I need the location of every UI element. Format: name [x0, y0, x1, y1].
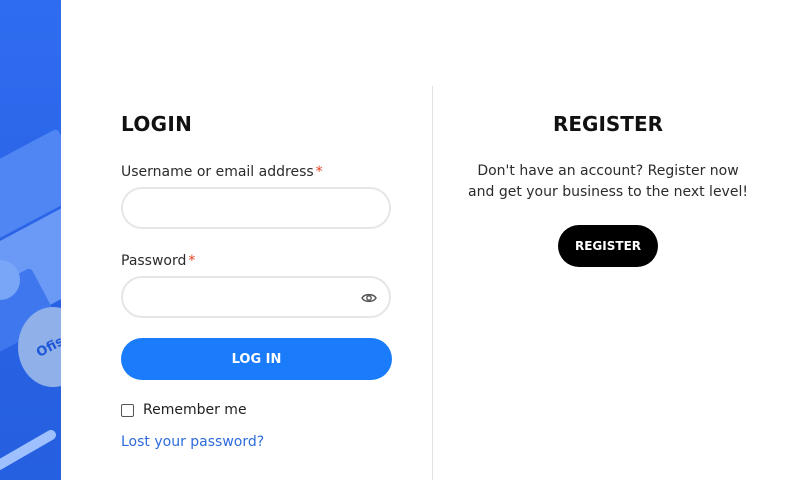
eye-icon[interactable] — [361, 290, 377, 304]
required-marker: * — [188, 253, 196, 269]
side-decorative-image: Ofis — [0, 0, 61, 480]
login-button[interactable]: LOG IN — [121, 338, 392, 380]
register-section: REGISTER Don't have an account? Register… — [468, 112, 748, 267]
remember-label: Remember me — [143, 402, 247, 418]
login-form: LOGIN Username or email address * Passwor… — [121, 112, 393, 450]
login-title: LOGIN — [121, 112, 193, 136]
password-field[interactable] — [121, 276, 391, 318]
remember-checkbox[interactable] — [121, 403, 134, 417]
password-label: Password * — [121, 253, 196, 269]
register-button[interactable]: REGISTER — [558, 225, 658, 267]
required-marker: * — [315, 164, 323, 180]
lost-password-link[interactable]: Lost your password? — [121, 434, 264, 450]
register-title: REGISTER — [552, 112, 664, 136]
username-input[interactable] — [139, 189, 363, 229]
register-description: Don't have an account? Register now and … — [468, 163, 748, 200]
password-input[interactable] — [139, 278, 363, 318]
username-label: Username or email address * — [121, 164, 323, 180]
column-divider — [432, 86, 433, 480]
decorative-pen — [0, 428, 58, 472]
remember-me[interactable]: Remember me — [121, 402, 393, 418]
username-field[interactable] — [121, 187, 391, 229]
